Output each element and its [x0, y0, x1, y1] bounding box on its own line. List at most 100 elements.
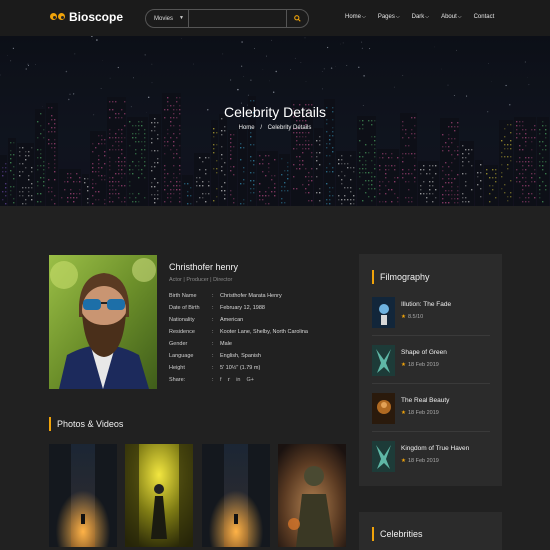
- accent-bar: [372, 527, 374, 541]
- chevron-down-icon: ⌵: [457, 14, 462, 20]
- facebook-icon[interactable]: f: [220, 377, 222, 389]
- linkedin-icon[interactable]: in: [236, 377, 240, 389]
- menu-label: About: [441, 14, 457, 20]
- film-date: ★ 18 Feb 2019: [401, 410, 439, 416]
- menu-item-about[interactable]: About⌵: [441, 14, 461, 20]
- search-category-select[interactable]: Movies ▼: [146, 10, 189, 27]
- media-thumbnail[interactable]: [125, 444, 193, 547]
- film-title[interactable]: Kingdom of True Haven: [401, 445, 469, 452]
- film-item[interactable]: Kingdom of True Haven ★ 18 Feb 2019: [372, 441, 492, 477]
- star-icon: ★: [401, 410, 406, 416]
- celebrity-info-list: Birth Name: Christhofer Marata Henry Date…: [169, 293, 308, 389]
- chevron-down-icon: ⌵: [362, 14, 366, 20]
- hero-banner: Celebrity Details Home / Celebrity Detai…: [0, 36, 550, 206]
- search-icon: [294, 15, 301, 22]
- breadcrumb: Home / Celebrity Details: [0, 125, 550, 131]
- info-value: Christhofer Marata Henry: [220, 293, 282, 299]
- search-input[interactable]: [189, 10, 286, 27]
- info-row-gender: Gender: Male: [169, 341, 308, 353]
- film-title[interactable]: Illution: The Fade: [401, 301, 451, 308]
- section-title: Filmography: [380, 272, 430, 282]
- star-icon: ★: [401, 458, 406, 464]
- media-thumbnail[interactable]: [49, 444, 117, 547]
- info-row-dob: Date of Birth: February 12, 1988: [169, 305, 308, 317]
- info-label: Height: [169, 365, 185, 371]
- info-row-language: Language: English, Spanish: [169, 353, 308, 365]
- celebrity-roles: Actor | Producer | Director: [169, 277, 233, 283]
- city-skyline-image: [0, 36, 550, 206]
- star-icon: ★: [401, 362, 406, 368]
- info-value: February 12, 1988: [220, 305, 265, 311]
- film-poster: [372, 393, 395, 424]
- divider: [372, 335, 490, 336]
- main-menu: Home⌵ Pages⌵ Dark⌵ About⌵ Contact: [345, 14, 506, 20]
- info-label: Language: [169, 353, 194, 359]
- info-row-residence: Residence: Kooter Lane, Shelby, North Car…: [169, 329, 308, 341]
- section-title: Celebrities: [380, 529, 423, 539]
- info-label: Date of Birth: [169, 305, 200, 311]
- menu-label: Home: [345, 14, 362, 20]
- film-item[interactable]: Shape of Green ★ 18 Feb 2019: [372, 345, 492, 381]
- accent-bar: [49, 417, 51, 431]
- info-value: 5' 10½" (1.79 m): [220, 365, 261, 371]
- search-button[interactable]: [286, 10, 308, 27]
- section-title: Photos & Videos: [57, 419, 124, 429]
- filmography-heading: Filmography: [372, 270, 430, 284]
- top-navbar: Bioscope Movies ▼ Home⌵ Pages⌵ Dark⌵ Abo…: [0, 0, 550, 36]
- menu-item-home[interactable]: Home⌵: [345, 14, 366, 20]
- search-bar: Movies ▼: [145, 9, 309, 28]
- film-title[interactable]: The Real Beauty: [401, 397, 449, 404]
- info-label: Birth Name: [169, 293, 197, 299]
- brand-logo[interactable]: Bioscope: [50, 10, 123, 24]
- divider: [372, 431, 490, 432]
- chevron-down-icon: ⌵: [395, 14, 400, 20]
- film-poster: [372, 441, 395, 472]
- breadcrumb-separator: /: [260, 125, 262, 131]
- divider: [372, 383, 490, 384]
- film-item[interactable]: The Real Beauty ★ 18 Feb 2019: [372, 393, 492, 429]
- film-rating: ★ 8.5/10: [401, 314, 424, 320]
- info-value: Male: [220, 341, 232, 347]
- media-thumbnail[interactable]: [202, 444, 270, 547]
- twitter-icon[interactable]: 𝕣: [228, 377, 231, 389]
- info-value: Kooter Lane, Shelby, North Carolina: [220, 329, 308, 335]
- menu-item-contact[interactable]: Contact: [474, 14, 495, 20]
- info-label: Residence: [169, 329, 195, 335]
- menu-item-pages[interactable]: Pages⌵: [378, 14, 400, 20]
- celebrity-photo: [49, 255, 157, 389]
- info-value: American: [220, 317, 244, 323]
- film-item[interactable]: Illution: The Fade ★ 8.5/10: [372, 297, 492, 333]
- star-icon: ★: [401, 314, 406, 320]
- chevron-down-icon: ▼: [179, 15, 184, 21]
- google-plus-icon[interactable]: G+: [246, 377, 254, 389]
- page-title: Celebrity Details: [224, 104, 326, 120]
- search-category-label: Movies: [154, 15, 174, 22]
- info-row-share: Share:: f 𝕣 in G+: [169, 377, 308, 389]
- info-row-birth-name: Birth Name: Christhofer Marata Henry: [169, 293, 308, 305]
- film-date: ★ 18 Feb 2019: [401, 458, 439, 464]
- media-thumbnail[interactable]: [278, 444, 346, 547]
- film-poster: [372, 345, 395, 376]
- info-label: Gender: [169, 341, 188, 347]
- info-value: English, Spanish: [220, 353, 261, 359]
- accent-bar: [372, 270, 374, 284]
- info-row-nationality: Nationality: American: [169, 317, 308, 329]
- menu-item-dark[interactable]: Dark⌵: [412, 14, 429, 20]
- menu-label: Pages: [377, 14, 395, 20]
- film-poster: [372, 297, 395, 328]
- info-label: Nationality: [169, 317, 195, 323]
- info-row-height: Height:5' 10½" (1.79 m): [169, 365, 308, 377]
- celebrity-name: Christhofer henry: [169, 262, 239, 272]
- brand-name: Bioscope: [69, 10, 124, 24]
- film-date: ★ 18 Feb 2019: [401, 362, 439, 368]
- glasses-icon: [50, 11, 66, 23]
- menu-label: Contact: [473, 14, 495, 20]
- menu-label: Dark: [411, 14, 425, 20]
- breadcrumb-current: Celebrity Details: [267, 125, 312, 131]
- photos-videos-heading: Photos & Videos: [49, 417, 123, 431]
- chevron-down-icon: ⌵: [425, 14, 430, 20]
- celebrities-heading: Celebrities: [372, 527, 423, 541]
- share-label: Share:: [169, 377, 186, 383]
- breadcrumb-home-link[interactable]: Home: [239, 125, 255, 131]
- film-title[interactable]: Shape of Green: [401, 349, 447, 356]
